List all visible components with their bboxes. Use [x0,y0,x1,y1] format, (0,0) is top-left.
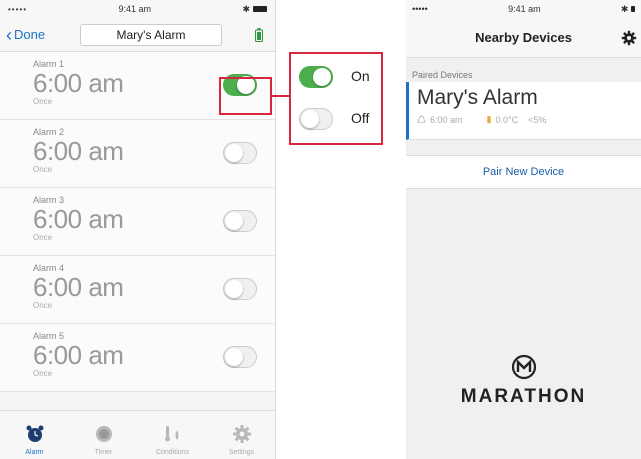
alarm-row[interactable]: Alarm 2 6:00 am Once [0,120,275,188]
on-label: On [351,68,370,84]
signal-indicator: ••••• [8,4,28,14]
alarm-repeat: Once [33,301,53,310]
nav-bar: ‹ Done Mary's Alarm [0,18,275,52]
status-time: 9:41 am [118,4,151,14]
alarm-repeat: Once [33,233,53,242]
signal-indicator: ••••• [412,4,428,14]
battery-vertical-icon [255,28,263,42]
marathon-logo-icon [511,354,536,380]
highlight-box [219,77,272,115]
tab-settings-label: Settings [228,449,255,456]
brand-name: MARATHON [460,386,587,407]
device-humidity: <5% [528,114,547,125]
section-header: Paired Devices [406,58,641,82]
tab-conditions-label: Conditions [155,449,190,456]
battery-icon [630,5,635,12]
alarm-row[interactable]: Alarm 3 6:00 am Once [0,188,275,256]
alarm-row[interactable]: Alarm 5 6:00 am Once [0,324,275,392]
callout-connector [272,95,289,97]
toggle-on-sample [299,66,333,88]
alarm-repeat: Once [33,165,53,174]
tab-settings[interactable]: Settings [207,411,275,459]
bluetooth-icon: ✱ [620,3,629,14]
tab-bar: Alarm Timer Conditions Settings [0,410,275,459]
chevron-left-icon: ‹ [6,24,12,45]
alarm-name-field[interactable]: Mary's Alarm [80,23,222,46]
thermometer-icon: ▮ [486,114,492,124]
alarm-clock-icon [26,425,43,442]
alarm-repeat: Once [33,369,53,378]
timer-icon [95,426,112,442]
done-button[interactable]: ‹ Done [6,26,45,44]
tab-timer[interactable]: Timer [69,411,138,459]
bell-icon [417,115,426,123]
status-bar: ••••• 9:41 am ✱ [406,0,641,18]
tab-timer-label: Timer [94,449,113,456]
alarm-toggle[interactable] [223,210,257,232]
toggle-off-sample [299,108,333,130]
pair-new-device-button[interactable]: Pair New Device [406,155,641,189]
toggle-legend-callout: On Off [289,52,383,145]
brand-logo: MARATHON [406,354,641,408]
device-name: Mary's Alarm [417,86,538,109]
page-title: Nearby Devices [475,30,572,45]
alarm-toggle[interactable] [223,142,257,164]
tab-alarm-label: Alarm [25,449,44,456]
battery-icon [253,6,267,12]
bluetooth-icon: ✱ [242,3,250,14]
nearby-devices-screen: ••••• 9:41 am ✱ Nearby Devices Paired De… [406,0,641,459]
alarm-toggle[interactable] [223,278,257,300]
status-time: 9:41 am [508,4,541,14]
device-alarm-time: 6:00 am [430,114,463,125]
gear-icon[interactable] [621,30,637,46]
alarm-list-screen: ••••• 9:41 am ✱ ‹ Done Mary's Alarm Alar… [0,0,276,459]
alarm-toggle[interactable] [223,346,257,368]
nav-bar: Nearby Devices [406,18,641,58]
paired-device-row[interactable]: Mary's Alarm 6:00 am ▮ 0.0°C <5% [406,82,641,140]
gear-icon [232,425,251,443]
status-bar: ••••• 9:41 am ✱ [0,0,275,18]
tab-conditions[interactable]: Conditions [138,411,207,459]
off-label: Off [351,110,370,126]
conditions-icon [164,426,178,442]
done-label: Done [14,27,46,42]
device-temperature: 0.0°C [495,114,519,125]
alarm-row[interactable]: Alarm 4 6:00 am Once [0,256,275,324]
tab-alarm[interactable]: Alarm [0,411,69,459]
